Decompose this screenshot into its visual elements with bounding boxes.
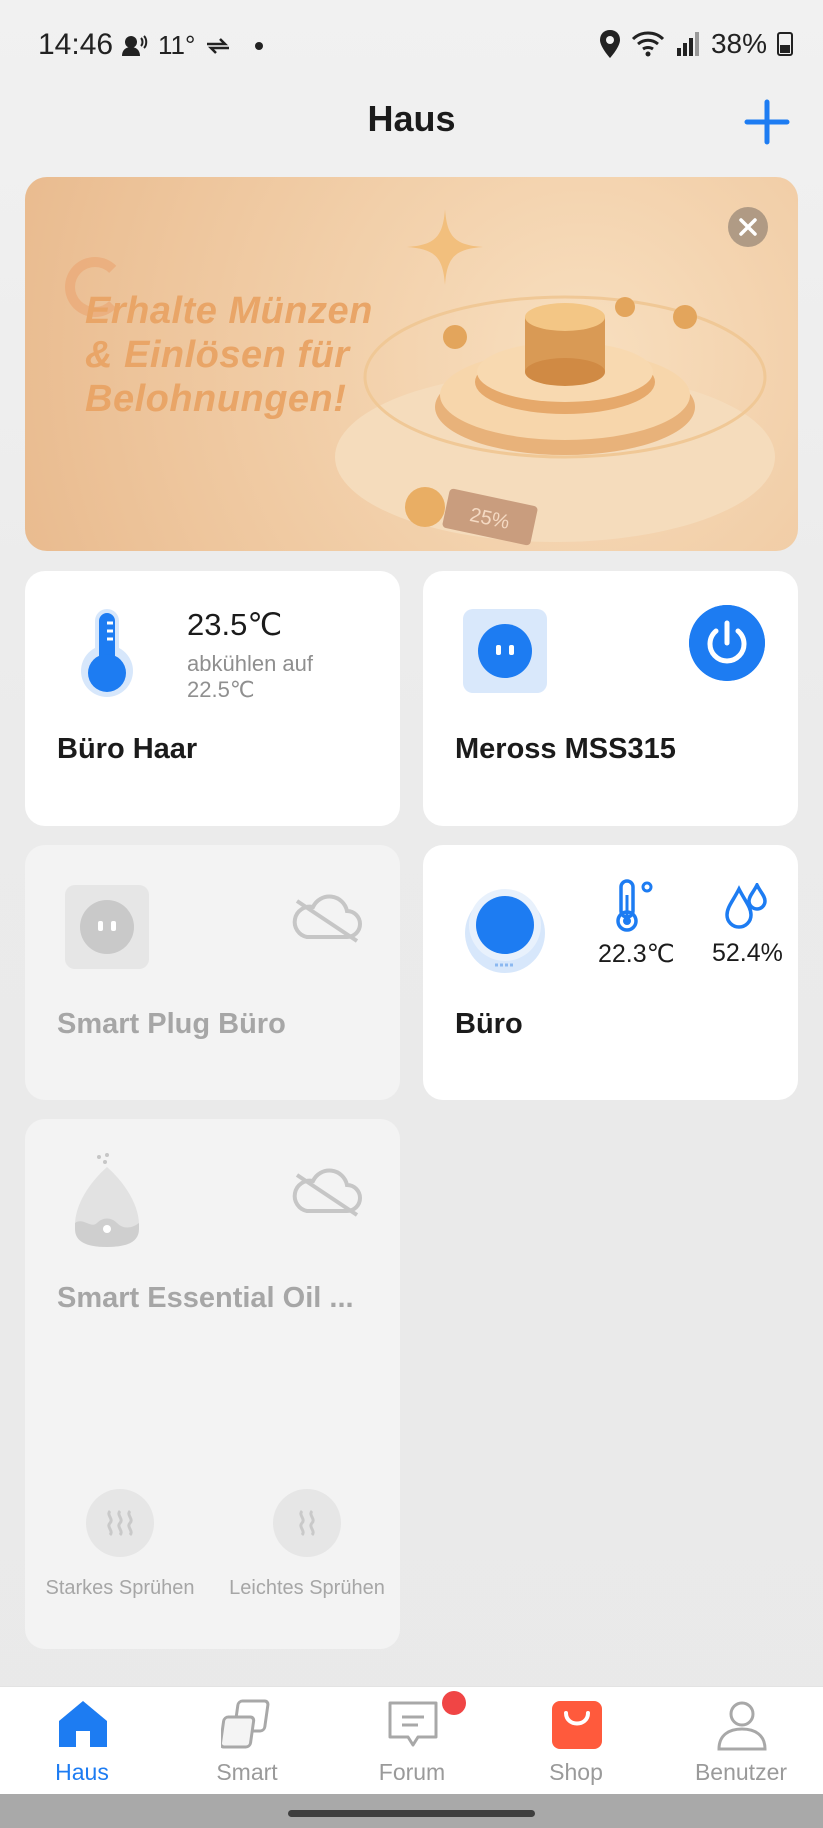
humidity-icon (725, 883, 767, 929)
temperature-sensor-icon (616, 879, 653, 932)
location-icon (599, 30, 620, 58)
banner-close-button[interactable] (728, 207, 768, 247)
home-icon (59, 1701, 107, 1747)
coin-stack-illustration: 25% (335, 295, 775, 546)
power-toggle-button[interactable] (689, 605, 765, 681)
sensor-humidity: 52.4% (712, 939, 783, 967)
forum-notification-badge (442, 1691, 466, 1715)
bottom-navigation: Haus Smart Forum Shop Benutzer (0, 1686, 823, 1794)
battery-icon (777, 32, 793, 56)
notification-dot-icon (255, 41, 264, 50)
device-card-meross[interactable]: Meross MSS315 (423, 571, 798, 826)
signal-icon (676, 32, 699, 56)
data-transfer-icon (207, 37, 230, 54)
wifi-icon (631, 31, 665, 57)
voice-call-icon (122, 34, 148, 56)
device-name: Meross MSS315 (455, 733, 676, 765)
nav-label: Forum (378, 1759, 446, 1785)
banner-line-2: & Einlösen für (85, 334, 350, 376)
nav-label: Benutzer (694, 1759, 788, 1785)
device-card-buero-sensor[interactable]: 22.3℃ 52.4% Büro (423, 845, 798, 1100)
smart-scenes-icon (221, 1699, 270, 1749)
user-icon (717, 1701, 767, 1751)
smart-plug-icon (65, 885, 149, 969)
cloud-offline-icon (292, 1168, 362, 1217)
current-temperature: 23.5℃ (187, 607, 283, 642)
diffuser-icon (75, 1153, 139, 1247)
strong-spray-button[interactable]: Starkes Sprühen (40, 1489, 200, 1600)
home-screen: 14:46 11° 38% Haus 25% Erhalte Münzen & … (0, 0, 823, 1828)
sensor-device-icon (465, 889, 545, 973)
smart-plug-icon (463, 609, 547, 693)
nav-label: Shop (549, 1759, 603, 1785)
target-temperature: 22.5℃ (187, 677, 255, 702)
nav-benutzer[interactable]: Benutzer (659, 1687, 823, 1795)
nav-forum[interactable]: Forum (330, 1687, 494, 1795)
battery-percent: 38% (710, 28, 767, 59)
home-gesture-handle[interactable] (288, 1810, 535, 1817)
strong-spray-label: Starkes Sprühen (45, 1577, 195, 1599)
shopping-bag-icon (552, 1701, 602, 1749)
light-spray-icon (273, 1489, 341, 1557)
nav-haus[interactable]: Haus (0, 1687, 164, 1795)
sensor-temperature: 22.3℃ (598, 940, 675, 968)
device-name: Büro Haar (57, 733, 198, 765)
banner-line-3: Belohnungen! (85, 378, 347, 420)
nav-label: Haus (55, 1759, 109, 1785)
cloud-offline-icon (292, 894, 362, 943)
banner-line-1: Erhalte Münzen (85, 290, 373, 332)
nav-shop[interactable]: Shop (494, 1687, 658, 1795)
forum-icon (388, 1701, 438, 1747)
promo-banner[interactable]: 25% Erhalte Münzen & Einlösen für Belohn… (25, 177, 798, 551)
strong-spray-icon (86, 1489, 154, 1557)
device-card-smart-plug-buero[interactable]: Smart Plug Büro (25, 845, 400, 1100)
nav-smart[interactable]: Smart (165, 1687, 329, 1795)
page-title: Haus (367, 98, 456, 139)
status-time: 14:46 (38, 28, 114, 61)
banner-headline: Erhalte Münzen & Einlösen für Belohnunge… (85, 289, 373, 421)
thermostat-status-line: abkühlen auf (187, 651, 313, 676)
light-spray-label: Leichtes Sprühen (229, 1577, 385, 1599)
device-card-buero-haar[interactable]: 23.5℃ abkühlen auf 22.5℃ Büro Haar (25, 571, 400, 826)
add-device-button[interactable] (741, 96, 793, 148)
nav-label: Smart (216, 1759, 278, 1785)
device-name: Smart Plug Büro (57, 1008, 286, 1040)
thermometer-icon (81, 609, 133, 697)
device-name: Büro (455, 1008, 523, 1040)
status-left-icons: 11° (122, 30, 264, 61)
device-name: Smart Essential Oil ... (57, 1282, 354, 1314)
status-temperature: 11° (158, 30, 196, 60)
device-card-essential-oil[interactable]: Smart Essential Oil ... Starkes Sprühen … (25, 1119, 400, 1649)
status-bar: 14:46 11° 38% (0, 0, 823, 92)
light-spray-button[interactable]: Leichtes Sprühen (227, 1489, 387, 1600)
status-right-icons: 38% (599, 28, 793, 60)
thermostat-status: abkühlen auf 22.5℃ (187, 651, 347, 703)
